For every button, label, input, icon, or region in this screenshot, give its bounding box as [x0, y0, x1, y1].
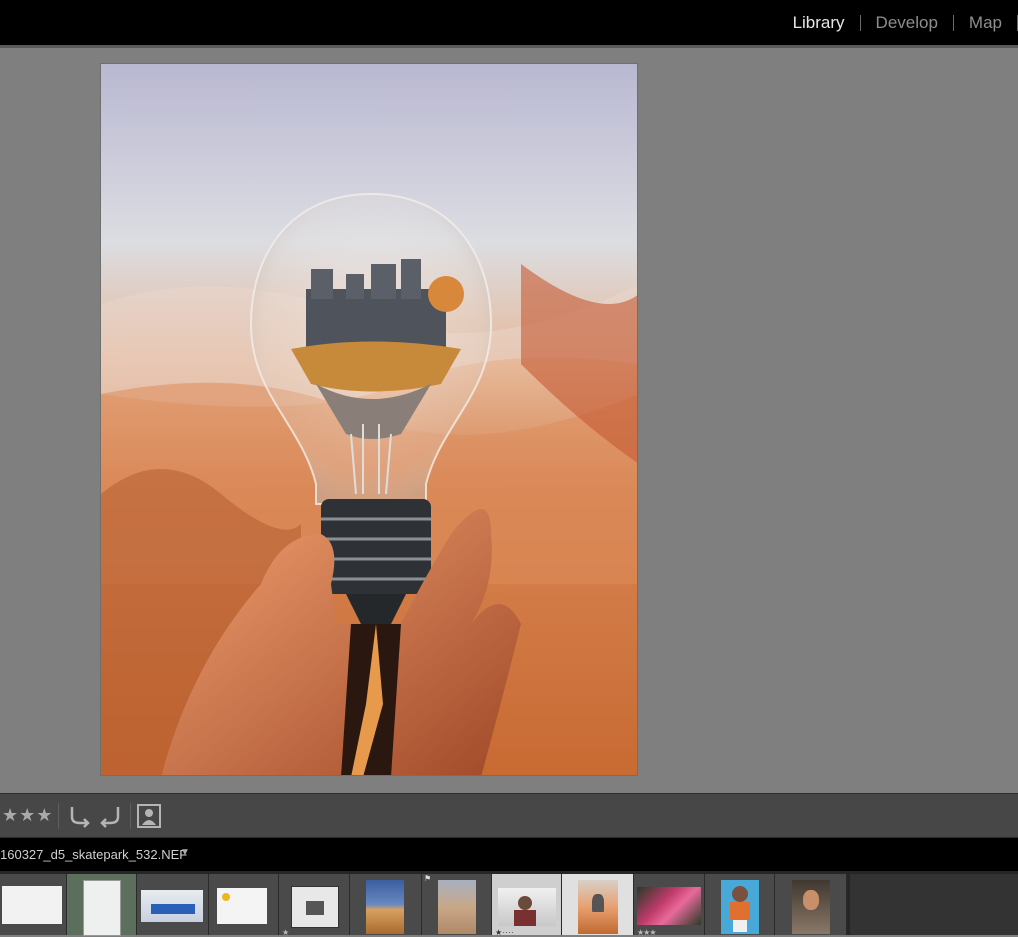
thumbnail-image: [217, 888, 267, 924]
module-develop[interactable]: Develop: [861, 13, 953, 32]
current-filename[interactable]: 160327_d5_skatepark_532.NEF: [0, 847, 187, 862]
filmstrip-thumbnail[interactable]: [67, 874, 137, 936]
rating-stars[interactable]: ★★★: [2, 805, 53, 826]
filmstrip-thumbnail[interactable]: [562, 874, 634, 935]
filmstrip-thumbnail[interactable]: ⚑: [422, 874, 492, 935]
thumbnail-image: [721, 880, 759, 934]
rotate-right-icon[interactable]: [98, 803, 124, 829]
thumbnail-image: [141, 890, 203, 922]
toolbar-divider: [58, 803, 59, 829]
filmstrip-thumbnail[interactable]: ★: [279, 874, 350, 937]
loupe-view[interactable]: [0, 48, 1018, 793]
thumbnail-rating: ★ · · · ·: [495, 928, 514, 937]
thumbnail-image: [498, 888, 556, 926]
filmstrip-empty-area: [850, 874, 1018, 935]
filmstrip-thumbnail[interactable]: [137, 874, 209, 935]
thumbnail-rating: ★★★: [637, 928, 656, 937]
thumbnail-image: [792, 880, 830, 934]
filmstrip-thumbnail[interactable]: [209, 874, 279, 935]
thumbnail-image: [578, 880, 618, 934]
people-view-icon[interactable]: [136, 803, 162, 829]
filmstrip-thumbnail[interactable]: [350, 874, 422, 935]
filmstrip-thumbnail[interactable]: [705, 874, 775, 935]
rotate-left-icon[interactable]: [66, 803, 92, 829]
chevron-down-icon[interactable]: ▼: [180, 847, 190, 858]
library-toolbar: ★★★: [0, 793, 1018, 838]
thumbnail-rating: ★: [282, 928, 289, 937]
toolbar-divider: [130, 803, 131, 829]
filmstrip-thumbnail-selected[interactable]: ★ · · · ·: [492, 874, 562, 937]
module-map[interactable]: Map: [954, 13, 1017, 32]
thumbnail-image: [438, 880, 476, 934]
thumbnail-image: [366, 880, 404, 934]
filmstrip-header: 160327_d5_skatepark_532.NEF ▼: [0, 838, 1018, 871]
main-photo[interactable]: [100, 63, 638, 776]
flag-icon[interactable]: ⚑: [424, 874, 431, 883]
filmstrip-thumbnail[interactable]: [0, 874, 67, 935]
filmstrip: ★ ⚑ ★ · · · · ★★★: [0, 871, 1018, 937]
thumbnail-image: [291, 886, 339, 928]
filmstrip-thumbnail[interactable]: ★★★: [634, 874, 705, 937]
thumbnail-image: [83, 880, 121, 936]
filmstrip-thumbnail[interactable]: [775, 874, 847, 935]
module-picker: Library Develop Map: [778, 0, 1018, 45]
module-bar: Library Develop Map: [0, 0, 1018, 45]
thumbnail-image: [637, 887, 701, 925]
thumbnail-image: [2, 886, 62, 924]
module-library[interactable]: Library: [778, 13, 860, 32]
